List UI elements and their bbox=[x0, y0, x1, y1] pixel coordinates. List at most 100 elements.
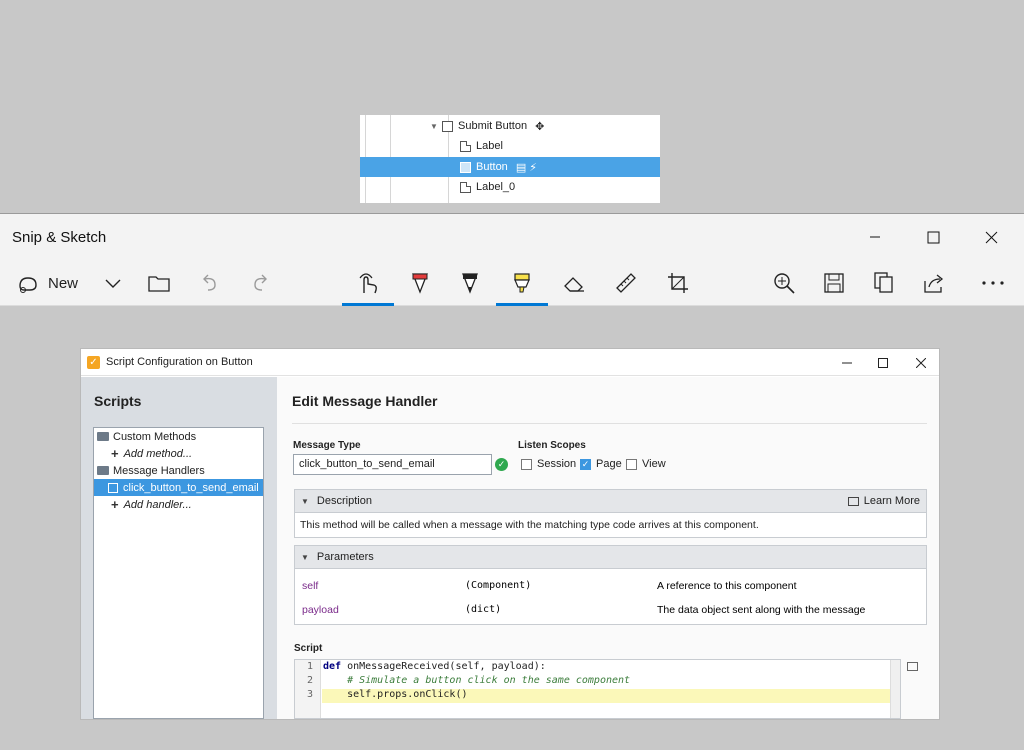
document-icon bbox=[460, 140, 471, 152]
dialog-minimize-button[interactable] bbox=[829, 349, 865, 376]
more-icon bbox=[982, 281, 1004, 285]
highlighter-button[interactable] bbox=[496, 260, 548, 306]
maximize-button[interactable] bbox=[904, 214, 962, 260]
code-keyword: def bbox=[323, 661, 342, 672]
scope-session-checkbox[interactable]: Session bbox=[521, 458, 576, 470]
line-number: 1 bbox=[306, 661, 313, 672]
list-item-label: Message Handlers bbox=[113, 464, 205, 477]
toolbar: New bbox=[0, 260, 1024, 306]
scripts-sidebar: Scripts Custom Methods + Add method... M… bbox=[81, 377, 277, 719]
line-number-gutter: 1 2 3 bbox=[295, 660, 321, 718]
list-item-add-handler[interactable]: + Add handler... bbox=[94, 496, 263, 513]
zoom-in-icon bbox=[774, 273, 795, 294]
folder-icon bbox=[97, 466, 109, 475]
eraser-button[interactable] bbox=[554, 260, 594, 306]
code-line-current[interactable]: self.props.onClick() bbox=[322, 689, 890, 703]
line-number: 3 bbox=[306, 689, 313, 700]
redo-button[interactable] bbox=[244, 260, 278, 306]
tree-item-button[interactable]: Button ▤ ⚡ bbox=[360, 157, 660, 177]
parameter-description: A reference to this component bbox=[657, 580, 797, 592]
crop-icon bbox=[668, 273, 688, 293]
share-icon bbox=[924, 274, 944, 293]
container-icon bbox=[442, 120, 453, 132]
list-item-label: Add handler... bbox=[123, 498, 192, 511]
list-item-label: click_button_to_send_email bbox=[123, 481, 259, 494]
tree-item-label: Label_0 bbox=[476, 181, 516, 193]
document-icon bbox=[460, 181, 471, 193]
touch-writing-button[interactable] bbox=[342, 260, 394, 306]
listen-scopes-label: Listen Scopes bbox=[518, 440, 586, 451]
list-item-custom-methods[interactable]: Custom Methods bbox=[94, 428, 263, 445]
minimize-button[interactable] bbox=[846, 214, 904, 260]
code-line[interactable]: # Simulate a button click on the same co… bbox=[322, 675, 890, 689]
share-button[interactable] bbox=[914, 260, 954, 306]
caret-down-icon[interactable]: ▼ bbox=[301, 553, 309, 562]
parameter-type: (dict) bbox=[465, 604, 502, 615]
new-dropdown-button[interactable] bbox=[96, 260, 130, 306]
snip-icon bbox=[19, 277, 37, 293]
valid-check-icon: ✓ bbox=[495, 458, 508, 471]
tree-item-label[interactable]: Label bbox=[360, 136, 660, 156]
line-number: 2 bbox=[306, 675, 313, 686]
folder-icon bbox=[97, 432, 109, 441]
undo-button[interactable] bbox=[192, 260, 226, 306]
zoom-button[interactable] bbox=[764, 260, 804, 306]
code-text: onMessageReceived(self, payload): bbox=[341, 661, 546, 672]
scope-page-checkbox[interactable]: ✓ Page bbox=[580, 458, 622, 470]
save-button[interactable] bbox=[814, 260, 854, 306]
copy-button[interactable] bbox=[864, 260, 904, 306]
message-type-input[interactable]: click_button_to_send_email bbox=[293, 454, 492, 475]
scope-view-checkbox[interactable]: View bbox=[626, 458, 666, 470]
maximize-icon bbox=[927, 231, 939, 243]
checkbox-icon[interactable] bbox=[626, 458, 637, 470]
undo-icon bbox=[203, 274, 216, 291]
tree-item-label: Label bbox=[476, 140, 503, 152]
close-button[interactable] bbox=[962, 214, 1020, 260]
minimize-icon bbox=[870, 236, 880, 238]
script-label: Script bbox=[294, 643, 323, 654]
dialog-title: Script Configuration on Button bbox=[106, 356, 253, 368]
caret-down-icon[interactable]: ▼ bbox=[430, 122, 442, 131]
tree-item-label-0[interactable]: Label_0 bbox=[360, 177, 660, 197]
new-snip-button[interactable]: New bbox=[8, 260, 86, 306]
tree-item-label: Submit Button bbox=[458, 120, 528, 132]
close-icon bbox=[916, 357, 926, 368]
more-button[interactable] bbox=[972, 260, 1014, 306]
title-bar: Snip & Sketch bbox=[0, 214, 1024, 260]
book-icon bbox=[847, 496, 859, 506]
dialog-close-button[interactable] bbox=[903, 349, 939, 376]
open-file-button[interactable] bbox=[142, 260, 176, 306]
editor-scrollbar[interactable] bbox=[890, 660, 900, 718]
list-item-click-button-to-send-email[interactable]: click_button_to_send_email bbox=[94, 479, 263, 496]
maximize-icon bbox=[878, 357, 888, 368]
list-item-label: Custom Methods bbox=[113, 430, 197, 443]
checkbox-icon[interactable] bbox=[521, 458, 532, 470]
message-handler-icon bbox=[108, 482, 118, 493]
code-line[interactable]: def onMessageReceived(self, payload): bbox=[322, 661, 890, 675]
description-header[interactable]: ▼ Description Learn More bbox=[295, 490, 926, 513]
learn-more-link[interactable]: Learn More bbox=[847, 495, 920, 507]
description-panel: ▼ Description Learn More This method wil… bbox=[294, 489, 927, 538]
parameters-title: Parameters bbox=[316, 551, 374, 563]
crop-button[interactable] bbox=[658, 260, 698, 306]
description-title: Description bbox=[316, 495, 372, 507]
message-type-label: Message Type bbox=[293, 440, 361, 451]
button-component-icon bbox=[460, 161, 471, 173]
editor-options-icon[interactable] bbox=[907, 662, 918, 671]
pencil-button[interactable] bbox=[450, 260, 490, 306]
ballpoint-pen-button[interactable] bbox=[400, 260, 440, 306]
list-item-add-method[interactable]: + Add method... bbox=[94, 445, 263, 462]
parameters-header[interactable]: ▼ Parameters bbox=[295, 546, 926, 569]
close-icon bbox=[985, 231, 997, 243]
parameter-row: self (Component) A reference to this com… bbox=[295, 578, 926, 596]
caret-down-icon[interactable]: ▼ bbox=[301, 497, 309, 506]
message-handler-icon: ▤ ⚡ bbox=[515, 161, 537, 174]
tree-item-submit-button[interactable]: ▼ Submit Button ✥ bbox=[360, 116, 660, 136]
dialog-maximize-button[interactable] bbox=[865, 349, 901, 376]
checkbox-checked-icon[interactable]: ✓ bbox=[580, 458, 591, 470]
move-icon: ✥ bbox=[535, 120, 545, 133]
script-editor[interactable]: 1 2 3 def onMessageReceived(self, payloa… bbox=[294, 659, 901, 719]
parameter-description: The data object sent along with the mess… bbox=[657, 604, 866, 616]
ruler-button[interactable] bbox=[606, 260, 646, 306]
list-item-message-handlers[interactable]: Message Handlers bbox=[94, 462, 263, 479]
